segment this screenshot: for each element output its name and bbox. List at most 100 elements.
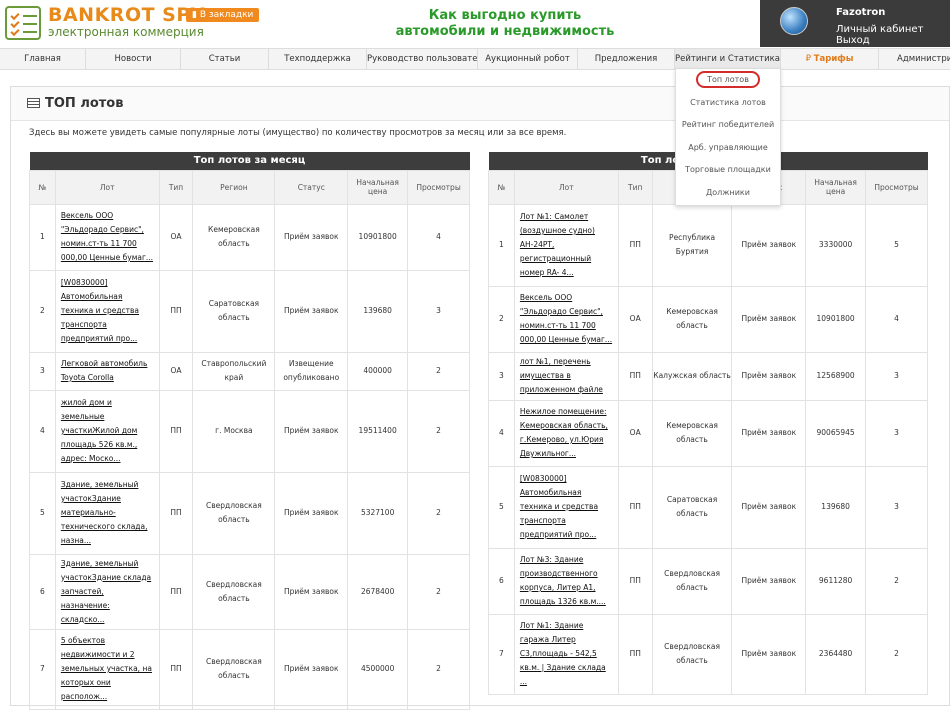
lot-status: Приём заявок xyxy=(731,613,807,695)
lot-type: ПП xyxy=(158,389,194,473)
nav-support[interactable]: Техподдержка xyxy=(269,49,367,69)
lot-views: 3 xyxy=(865,399,928,467)
table-row: 1 Вексель ООО "Эльдорадо Сервис", номин.с… xyxy=(29,203,470,271)
lot-views: 3 xyxy=(865,465,928,549)
col-lot: Лот xyxy=(54,169,160,205)
col-region: Регион xyxy=(192,169,276,205)
lot-link[interactable]: Нежилое помещение: Кемеровская область, … xyxy=(520,407,608,458)
lot-views: 2 xyxy=(407,553,470,630)
lot-type: ПП xyxy=(617,203,653,287)
lot-type: ПП xyxy=(617,465,653,549)
avatar[interactable] xyxy=(780,7,808,35)
row-number: 3 xyxy=(29,351,56,391)
lot-link[interactable]: Лот №1: Здание гаража Литер С3,площадь -… xyxy=(520,621,606,686)
row-number: 6 xyxy=(488,547,515,615)
col-views: Просмотры xyxy=(865,169,928,205)
lot-link[interactable]: [W0830000] Автомобильная техника и средс… xyxy=(61,278,139,343)
table-row: 6 Лот №3: Здание производственного корпус… xyxy=(488,547,928,615)
bookmark-label: В закладки xyxy=(199,10,254,20)
lot-status: Приём заявок xyxy=(731,547,807,615)
lot-price: 19511400 xyxy=(347,389,409,473)
lot-link[interactable]: Лот №3: Здание производственного корпуса… xyxy=(520,555,606,606)
dropdown-winner-rating[interactable]: Рейтинг победителей xyxy=(676,114,780,137)
logo-icon[interactable] xyxy=(5,6,41,40)
nav-news[interactable]: Новости xyxy=(86,49,181,69)
list-icon xyxy=(27,98,40,108)
lot-link[interactable]: Здание, земельный участокЗдание материал… xyxy=(61,480,148,545)
table-row: 3 Легковой автомобиль Toyota Corolla ОА Ста… xyxy=(29,351,470,391)
nav-user-guide[interactable]: Руководство пользователя xyxy=(367,49,478,69)
lot-price: 400000 xyxy=(347,351,409,391)
dropdown-lot-stats[interactable]: Статистика лотов xyxy=(676,92,780,115)
dropdown-top-lots[interactable]: Топ лотов xyxy=(676,69,780,92)
lot-views: 5 xyxy=(865,203,928,287)
lot-price: 12568900 xyxy=(805,351,867,401)
lot-type: ОА xyxy=(617,399,653,467)
dropdown-arb-managers[interactable]: Арб. управляющие xyxy=(676,137,780,160)
lot-link[interactable]: [W0830000] Автомобильная техника и средс… xyxy=(520,474,598,539)
lot-type: ПП xyxy=(158,471,194,555)
logout-link[interactable]: Выход xyxy=(836,35,870,46)
row-number: 3 xyxy=(488,351,515,401)
lot-link[interactable]: жилой дом и земельные участкиЖилой дом п… xyxy=(61,398,137,463)
nav-tariffs[interactable]: ₽ Тарифы xyxy=(781,49,879,69)
lot-cell: Нежилое помещение: Кемеровская область, … xyxy=(513,399,619,467)
lot-type: ПП xyxy=(158,269,194,353)
table-row: 75 объектов недвижимости и 2 земельных у… xyxy=(29,628,470,710)
lot-views: 4 xyxy=(407,203,470,271)
lot-price: 4500000 xyxy=(347,628,409,710)
col-lot: Лот xyxy=(513,169,619,205)
bookmark-icon: ▮ xyxy=(192,10,197,20)
lot-region: Кемеровская область xyxy=(192,203,276,271)
table-row: 4 Нежилое помещение: Кемеровская область,… xyxy=(488,399,928,467)
user-name: Fazotron xyxy=(836,7,886,18)
lot-link[interactable]: 5 объектов недвижимости и 2 земельных уч… xyxy=(61,636,152,701)
row-number: 5 xyxy=(29,471,56,555)
page-title-text: ТОП лотов xyxy=(45,96,124,111)
table-row: 6 Здание, земельный участокЗдание склада … xyxy=(29,553,470,630)
lot-link[interactable]: Легковой автомобиль Toyota Corolla xyxy=(61,359,148,382)
lot-type: ПП xyxy=(158,628,194,710)
lot-type: ПП xyxy=(158,553,194,630)
lot-cell: Здание, земельный участокЗдание склада з… xyxy=(54,553,160,630)
nav-offers[interactable]: Предложения xyxy=(578,49,675,69)
lot-views: 2 xyxy=(865,613,928,695)
lot-status: Приём заявок xyxy=(274,389,349,473)
lot-views: 2 xyxy=(407,351,470,391)
nav-auction-robot[interactable]: Аукционный робот xyxy=(478,49,578,69)
table-row: 5 Здание, земельный участокЗдание материа… xyxy=(29,471,470,555)
lot-link[interactable]: лот №1, перечень имущества в приложенном… xyxy=(520,357,603,394)
lot-link[interactable]: Здание, земельный участокЗдание склада з… xyxy=(61,559,151,624)
nav-articles[interactable]: Статьи xyxy=(181,49,269,69)
promo-banner[interactable]: Как выгодно купить автомобили и недвижим… xyxy=(380,8,630,40)
top-all-time-table: Топ лотов за все время № Лот Тип Регион … xyxy=(488,152,928,695)
lot-price: 2678400 xyxy=(347,553,409,630)
lot-region: Свердловская область xyxy=(651,613,733,695)
lot-link[interactable]: Лот №1: Самолет (воздушное судно) АН-24Р… xyxy=(520,212,595,277)
nav-ratings[interactable]: Рейтинги и Статистика xyxy=(675,49,781,69)
page-title: ТОП лотов xyxy=(11,87,949,121)
lot-region: г. Москва xyxy=(192,389,276,473)
cabinet-link[interactable]: Личный кабинет xyxy=(836,24,923,35)
lot-link[interactable]: Вексель ООО "Эльдорадо Сервис", номин.ст… xyxy=(61,211,153,262)
col-number: № xyxy=(29,169,56,205)
dropdown-debtors[interactable]: Должники xyxy=(676,182,780,205)
row-number: 4 xyxy=(29,389,56,473)
lot-cell: [W0830000] Автомобильная техника и средс… xyxy=(54,269,160,353)
lot-status: Приём заявок xyxy=(731,465,807,549)
bookmark-button[interactable]: ▮ В закладки xyxy=(186,8,260,22)
dropdown-trading-platforms[interactable]: Торговые площадки xyxy=(676,159,780,182)
nav-admin[interactable]: Администрирование xyxy=(879,49,950,69)
nav-home[interactable]: Главная xyxy=(0,49,86,69)
table-row: 5 [W0830000] Автомобильная техника и сред… xyxy=(488,465,928,549)
brand-name[interactable]: BANKROT SPY xyxy=(48,4,205,26)
lot-price: 10901800 xyxy=(347,203,409,271)
lot-region: Свердловская область xyxy=(651,547,733,615)
lot-region: Кемеровская область xyxy=(651,285,733,353)
lot-cell: жилой дом и земельные участкиЖилой дом п… xyxy=(54,389,160,473)
lot-link[interactable]: Вексель ООО "Эльдорадо Сервис", номин.ст… xyxy=(520,293,612,344)
lot-views: 4 xyxy=(865,285,928,353)
row-number: 5 xyxy=(488,465,515,549)
lot-cell: Легковой автомобиль Toyota Corolla xyxy=(54,351,160,391)
row-number: 6 xyxy=(29,553,56,630)
